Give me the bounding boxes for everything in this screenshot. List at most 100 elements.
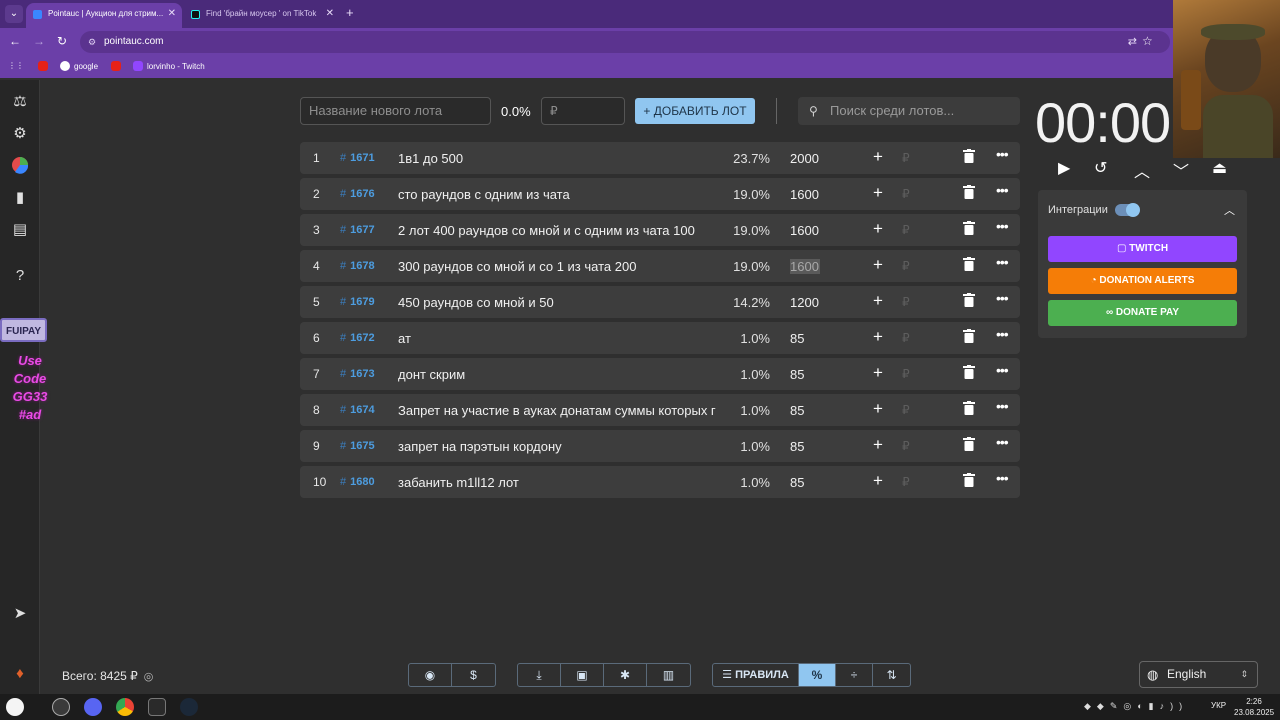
keyboard-layout[interactable]: УКР [1211,701,1226,710]
more-options-icon[interactable]: ••• [996,362,1009,378]
bookmark-twitch[interactable]: lorvinho - Twitch [133,61,205,71]
tab-pointauc[interactable]: Pointauc | Аукцион для стрим... ✕ [26,3,182,28]
chrome-icon[interactable] [116,698,134,716]
lot-name[interactable]: 450 раундов со мной и 50 [398,295,718,310]
lot-name[interactable]: 300 раундов со мной и со 1 из чата 200 [398,259,718,274]
steam-icon[interactable] [180,698,198,716]
integrations-toggle[interactable] [1115,203,1140,217]
epic-games-icon[interactable] [148,698,166,716]
forward-arrow-icon[interactable]: → [33,34,45,48]
trash-icon[interactable] [963,437,975,451]
close-tab-icon[interactable]: ✕ [168,3,176,25]
amount-input-ruble[interactable]: ₽ [902,223,910,237]
amount-input-ruble[interactable]: ₽ [902,187,910,201]
lot-name[interactable]: донт скрим [398,367,718,382]
lot-name[interactable]: 1в1 до 500 [398,151,718,166]
download-icon[interactable]: ⤓ [518,664,561,686]
eye-off-icon[interactable]: ◎ [144,671,154,683]
lot-amount[interactable]: 85 [790,403,820,418]
lot-row[interactable]: 7 #1673 донт скрим 1.0% 85 + ₽ ••• [300,358,1020,390]
lot-row[interactable]: 5 #1679 450 раундов со мной и 50 14.2% 1200 +… [300,286,1020,318]
more-options-icon[interactable]: ••• [996,398,1009,414]
trash-icon[interactable] [963,329,975,343]
clear-list-icon[interactable]: ▥ [647,664,690,686]
lot-id[interactable]: #1673 [340,368,375,380]
system-tray[interactable]: ◆◆✎◎◐▮♪)) [1084,701,1188,712]
sort-icon[interactable]: ⇅ [873,664,910,686]
add-lot-button[interactable]: + ДОБАВИТЬ ЛОТ [635,98,755,124]
lot-id[interactable]: #1679 [340,296,375,308]
trash-icon[interactable] [963,473,975,487]
gear-icon[interactable]: ⚙ [10,124,30,144]
lot-amount[interactable]: 85 [790,475,820,490]
system-clock[interactable]: 2:26 23.08.2025 [1234,696,1274,718]
amount-input-ruble[interactable]: ₽ [902,331,910,345]
bookmark-youtube-2[interactable] [111,61,121,71]
tab-tiktok[interactable]: Find 'брайн моусер ' on TikTok ✕ [184,3,340,28]
amount-input-ruble[interactable]: ₽ [902,439,910,453]
lot-id[interactable]: #1677 [340,224,375,236]
add-amount-icon[interactable]: + [873,327,883,347]
add-amount-icon[interactable]: + [873,219,883,239]
lot-amount[interactable]: 1600 [790,223,820,238]
trash-icon[interactable] [963,185,975,199]
lot-search-input[interactable]: ⚲ Поиск среди лотов... [798,97,1020,125]
donate-dollar-icon[interactable]: $ [452,664,495,686]
lot-id[interactable]: #1674 [340,404,375,416]
trash-icon[interactable] [963,401,975,415]
lot-name[interactable]: ат [398,331,718,346]
rules-button[interactable]: ☰ ПРАВИЛА [713,664,799,686]
donate-pay-button[interactable]: ∞ DONATE PAY [1048,300,1237,326]
twitch-button[interactable]: ▢ TWITCH [1048,236,1237,262]
bookmark-youtube[interactable] [38,61,48,71]
new-tab-icon[interactable]: + [346,5,354,20]
lot-row[interactable]: 9 #1675 запрет на пэрэтын кордону 1.0% 85 + ₽ •… [300,430,1020,462]
lot-amount[interactable]: 1600 [790,259,820,274]
more-options-icon[interactable]: ••• [996,254,1009,270]
amount-input-ruble[interactable]: ₽ [902,403,910,417]
reload-icon[interactable]: ↻ [57,34,67,48]
amount-input-ruble[interactable]: ₽ [902,295,910,309]
more-options-icon[interactable]: ••• [996,326,1009,342]
apps-grid-icon[interactable]: ⋮⋮ [8,61,24,70]
add-amount-icon[interactable]: + [873,399,883,419]
bug-icon[interactable]: ✱ [604,664,647,686]
lot-row[interactable]: 8 #1674 Запрет на участие в ауках донатам … [300,394,1020,426]
time-down-chevron-icon[interactable]: ﹀ [1173,158,1189,182]
add-amount-icon[interactable]: + [873,471,883,491]
new-lot-name-input[interactable]: Название нового лота [300,97,491,125]
discord-icon[interactable] [84,698,102,716]
bar-chart-icon[interactable]: ▮ [10,188,30,208]
trash-icon[interactable] [963,221,975,235]
lot-id[interactable]: #1676 [340,188,375,200]
lot-name[interactable]: Запрет на участие в ауках донатам суммы … [398,403,718,418]
address-bar[interactable]: ⚙ pointauc.com ⇄ [80,31,1170,53]
amount-input-ruble[interactable]: ₽ [902,259,910,273]
time-up-chevron-icon[interactable]: ︿ [1134,158,1150,182]
add-amount-icon[interactable]: + [873,255,883,275]
time-double-up-icon[interactable]: ⏏ [1212,158,1227,178]
more-options-icon[interactable]: ••• [996,470,1009,486]
percent-toggle-icon[interactable]: % [799,664,836,686]
add-amount-icon[interactable]: + [873,435,883,455]
lot-amount[interactable]: 85 [790,367,820,382]
lot-row[interactable]: 2 #1676 сто раундов с одним из чата 19.0% 16… [300,178,1020,210]
add-amount-icon[interactable]: + [873,183,883,203]
lot-amount[interactable]: 2000 [790,151,820,166]
fuipay-badge[interactable]: FUIPAY [0,318,47,342]
close-tab-icon[interactable]: ✕ [326,3,334,25]
lot-row[interactable]: 3 #1677 2 лот 400 раундов со мной и с одн… [300,214,1020,246]
chevron-up-icon[interactable]: ︿ [1224,202,1235,218]
donation-alerts-button[interactable]: ◔ DONATION ALERTS [1048,268,1237,294]
amount-input-ruble[interactable]: ₽ [902,151,910,165]
more-options-icon[interactable]: ••• [996,146,1009,162]
add-amount-icon[interactable]: + [873,147,883,167]
new-lot-amount-input[interactable]: ₽ [541,97,625,125]
add-amount-icon[interactable]: + [873,363,883,383]
telegram-icon[interactable]: ➤ [10,604,30,624]
amount-input-ruble[interactable]: ₽ [902,367,910,381]
lot-row[interactable]: 6 #1672 ат 1.0% 85 + ₽ ••• [300,322,1020,354]
trash-icon[interactable] [963,149,975,163]
gavel-icon[interactable]: ⚖ [10,92,30,112]
lot-id[interactable]: #1672 [340,332,375,344]
